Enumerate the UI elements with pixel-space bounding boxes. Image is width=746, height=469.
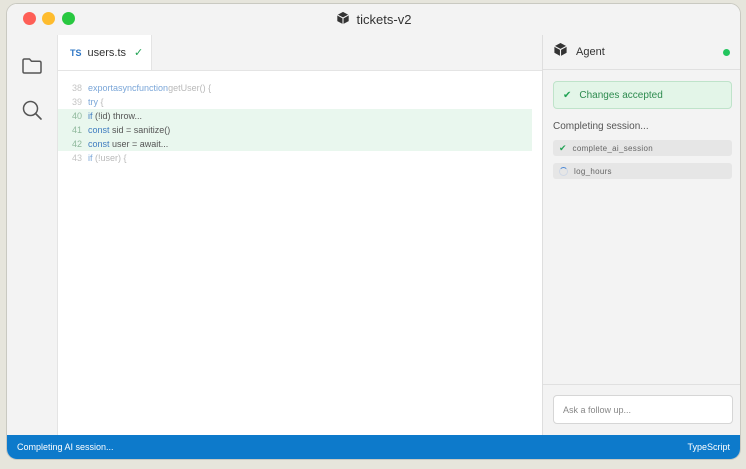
tab-users-ts[interactable]: TS users.ts ✓ (58, 35, 152, 70)
code-text: try { (88, 95, 104, 109)
check-icon: ✔ (563, 89, 572, 101)
code-token: { (98, 97, 104, 107)
tab-filename: users.ts (87, 46, 127, 59)
code-line: 39 try { (58, 95, 542, 109)
code-text: exportasyncfunctiongetUser() { (88, 81, 211, 95)
code-line-added: 40 if (!id) throw... (58, 109, 532, 123)
editor-pane: TS users.ts ✓ 38 exportasyncfunctiongetUs… (58, 35, 542, 435)
code-keyword: function (136, 83, 169, 93)
window-title: tickets-v2 (7, 4, 740, 35)
agent-status-text: Completing session... (553, 121, 649, 132)
tool-step-log-hours: log_hours (553, 163, 732, 179)
agent-panel: Agent ✔ Changes accepted Completing sess… (542, 35, 740, 435)
activity-bar (7, 35, 58, 435)
folder-icon (22, 58, 42, 74)
agent-header: Agent (543, 35, 740, 70)
tool-step-label: log_hours (574, 166, 612, 176)
code-keyword: export (88, 83, 114, 93)
line-number: 43 (71, 153, 82, 163)
cube-icon (336, 11, 350, 28)
check-icon: ✔ (559, 142, 567, 153)
typescript-icon: TS (70, 47, 82, 58)
agent-footer (543, 384, 740, 435)
code-token: (!user) { (92, 153, 127, 163)
explorer-button[interactable] (20, 54, 44, 78)
tool-step-label: complete_ai_session (572, 143, 653, 153)
line-number: 38 (71, 83, 82, 93)
code-keyword: const (88, 125, 110, 135)
code-keyword: try (88, 97, 98, 107)
status-message: Completing AI session... (17, 442, 114, 452)
spinner-icon (559, 166, 568, 176)
code-token: sid = sanitize() (109, 125, 171, 135)
search-button[interactable] (20, 98, 44, 122)
code-token: user = await... (109, 139, 169, 149)
code-text: const sid = sanitize() (88, 123, 170, 137)
changes-accepted-label: Changes accepted (579, 89, 663, 101)
title-bar: tickets-v2 (7, 4, 740, 36)
agent-status-dot (723, 48, 730, 56)
code-line: 38 exportasyncfunctiongetUser() { (58, 81, 542, 95)
code-token: getUser() { (168, 83, 212, 93)
search-icon (22, 100, 42, 120)
editor-tabs: TS users.ts ✓ (58, 35, 542, 71)
line-number: 42 (71, 139, 82, 149)
code-line-added: 42 const user = await... (58, 137, 532, 151)
code-keyword: const (88, 139, 110, 149)
line-number: 41 (71, 125, 82, 135)
code-text: const user = await... (88, 137, 168, 151)
agent-cube-icon (553, 42, 568, 62)
line-number: 39 (71, 97, 82, 107)
window-title-text: tickets-v2 (356, 12, 412, 27)
app-window: tickets-v2 TS users.ts ✓ 38 exportasyncfu… (6, 3, 741, 460)
code-line-added: 41 const sid = sanitize() (58, 123, 532, 137)
code-keyword: async (113, 83, 137, 93)
tool-step-complete-ai-session: ✔ complete_ai_session (553, 140, 732, 156)
changes-accepted-banner: ✔ Changes accepted (553, 81, 732, 109)
agent-title: Agent (576, 46, 605, 58)
followup-input[interactable] (553, 395, 733, 424)
line-number: 40 (71, 111, 82, 121)
status-bar: Completing AI session... TypeScript (7, 435, 740, 459)
code-token: (!id) throw... (92, 111, 143, 121)
check-icon: ✓ (134, 47, 144, 59)
language-mode[interactable]: TypeScript (687, 442, 730, 452)
code-text: if (!user) { (88, 151, 127, 165)
code-line: 43 if (!user) { (58, 151, 542, 165)
code-area[interactable]: 38 exportasyncfunctiongetUser() {39 try {4… (58, 81, 542, 165)
code-text: if (!id) throw... (88, 109, 142, 123)
